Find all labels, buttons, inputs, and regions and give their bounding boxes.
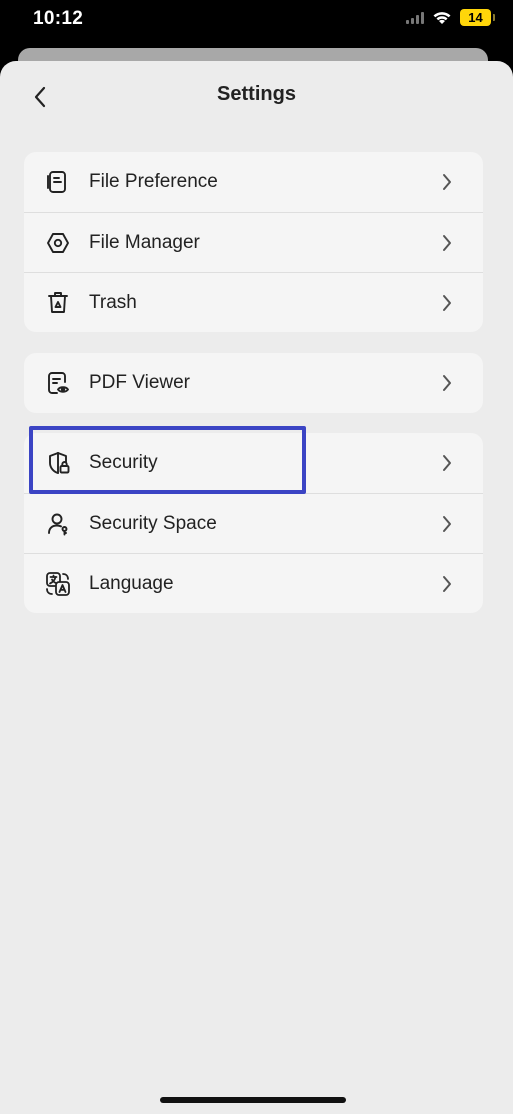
settings-item-label: File Manager bbox=[89, 232, 200, 253]
chevron-right-icon bbox=[437, 172, 457, 192]
settings-item-file-manager[interactable]: File Manager bbox=[24, 212, 483, 272]
status-time: 10:12 bbox=[33, 8, 84, 29]
settings-group-security: Security Security Space Language bbox=[24, 433, 483, 613]
settings-item-security-space[interactable]: Security Space bbox=[24, 493, 483, 553]
chevron-right-icon bbox=[437, 233, 457, 253]
wifi-icon bbox=[433, 12, 451, 24]
chevron-right-icon bbox=[437, 373, 457, 393]
status-indicators: 14 bbox=[406, 9, 495, 26]
settings-item-label: File Preference bbox=[89, 171, 218, 192]
settings-item-file-preference[interactable]: File Preference bbox=[24, 152, 483, 212]
cellular-signal-icon bbox=[406, 11, 424, 24]
shield-lock-icon bbox=[44, 449, 72, 477]
trash-icon bbox=[44, 289, 72, 317]
settings-group-viewer: PDF Viewer bbox=[24, 353, 483, 413]
hexagon-icon bbox=[44, 229, 72, 257]
settings-item-label: Security bbox=[89, 452, 158, 473]
home-indicator[interactable] bbox=[160, 1097, 346, 1103]
chevron-right-icon bbox=[437, 574, 457, 594]
settings-item-pdf-viewer[interactable]: PDF Viewer bbox=[24, 353, 483, 413]
battery-icon: 14 bbox=[460, 9, 495, 26]
settings-item-label: PDF Viewer bbox=[89, 372, 191, 393]
person-lock-icon bbox=[44, 510, 72, 538]
header: Settings bbox=[0, 61, 513, 131]
settings-sheet: Settings File Preference File Manager Tr… bbox=[0, 61, 513, 1114]
settings-item-trash[interactable]: Trash bbox=[24, 272, 483, 332]
chevron-right-icon bbox=[437, 293, 457, 313]
settings-group-files: File Preference File Manager Trash bbox=[24, 152, 483, 332]
settings-item-label: Language bbox=[89, 573, 174, 594]
status-bar: 10:12 14 bbox=[0, 0, 513, 46]
settings-item-label: Security Space bbox=[89, 513, 217, 534]
page-title: Settings bbox=[217, 83, 296, 105]
settings-item-language[interactable]: Language bbox=[24, 553, 483, 613]
settings-item-security[interactable]: Security bbox=[24, 433, 483, 493]
pdf-viewer-icon bbox=[44, 369, 72, 397]
file-preference-icon bbox=[44, 168, 72, 196]
chevron-right-icon bbox=[437, 453, 457, 473]
language-icon bbox=[44, 570, 72, 598]
settings-item-label: Trash bbox=[89, 292, 137, 313]
chevron-right-icon bbox=[437, 514, 457, 534]
